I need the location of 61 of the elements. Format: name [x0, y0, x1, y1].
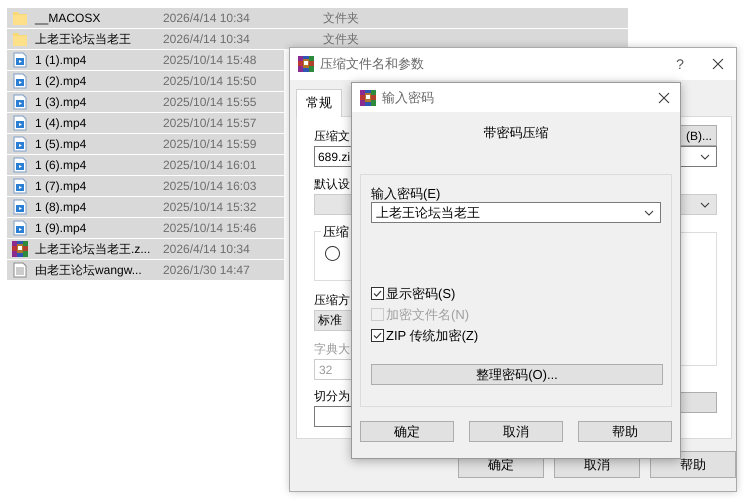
tab[interactable]: 常规: [296, 89, 342, 117]
field-label: 压缩文: [314, 128, 350, 145]
file-row[interactable]: 1 (3).mp4 2025/10/14 15:55: [7, 92, 284, 113]
file-name: 1 (7).mp4: [35, 179, 88, 193]
file-date: 2025/10/14 15:48: [163, 53, 258, 67]
file-name: 上老王论坛当老王.z...: [35, 240, 152, 258]
file-date: 2025/10/14 16:01: [163, 158, 258, 172]
file-date: 2026/4/14 10:34: [163, 242, 251, 256]
field-label: 压缩方: [314, 292, 350, 309]
file-row[interactable]: 1 (4).mp4 2025/10/14 15:57: [7, 113, 284, 134]
field-label: 默认设: [314, 176, 350, 193]
file-date: 2025/10/14 16:03: [163, 179, 258, 193]
file-row[interactable]: __MACOSX 2026/4/14 10:34 文件夹: [7, 8, 628, 29]
organize-button[interactable]: 整理密码(O)...: [371, 364, 663, 385]
file-row[interactable]: 1 (7).mp4 2025/10/14 16:03: [7, 176, 284, 197]
file-date: 2025/10/14 15:32: [163, 200, 258, 214]
file-date: 2026/1/30 14:47: [163, 263, 251, 277]
archive-name: 689.zi: [318, 150, 350, 164]
file-name: 1 (5).mp4: [35, 137, 88, 151]
file-date: 2026/4/14 10:34: [163, 32, 251, 46]
dialog-button[interactable]: 取消: [469, 421, 563, 442]
file-name: 1 (4).mp4: [35, 116, 88, 130]
file-name: 1 (8).mp4: [35, 200, 88, 214]
file-name: 由老王论坛wangw...: [35, 262, 143, 278]
checkbox-option[interactable]: 显示密码(S): [371, 285, 661, 302]
file-name: 1 (3).mp4: [35, 95, 88, 109]
window-title: 输入密码: [382, 88, 435, 106]
file-row[interactable]: 1 (8).mp4 2025/10/14 15:32: [7, 197, 284, 218]
field-label: 字典大: [314, 341, 350, 358]
file-name: 1 (9).mp4: [35, 221, 88, 235]
file-row[interactable]: 1 (2).mp4 2025/10/14 15:50: [7, 71, 284, 92]
file-name: 上老王论坛当老王: [35, 30, 132, 48]
field-label: 切分为: [314, 388, 350, 405]
file-name: 1 (1).mp4: [35, 53, 88, 67]
file-row[interactable]: 1 (6).mp4 2025/10/14 16:01: [7, 155, 284, 176]
file-date: 2025/10/14 15:50: [163, 74, 258, 88]
window-title: 压缩文件名和参数: [320, 55, 425, 73]
password-field[interactable]: 上老王论坛当老王: [371, 202, 661, 223]
file-type: 文件夹: [323, 10, 359, 26]
file-date: 2025/10/14 15:57: [163, 116, 258, 130]
file-name: 1 (6).mp4: [35, 158, 88, 172]
file-name: 1 (2).mp4: [35, 74, 88, 88]
dialog-heading: 带密码压缩: [482, 124, 550, 142]
file-date: 2025/10/14 15:46: [163, 221, 258, 235]
file-row[interactable]: 上老王论坛当老王 2026/4/14 10:34 文件夹: [7, 29, 628, 50]
file-row[interactable]: 1 (1).mp4 2025/10/14 15:48: [7, 50, 284, 71]
file-date: 2025/10/14 15:55: [163, 95, 258, 109]
file-row[interactable]: 1 (5).mp4 2025/10/14 15:59: [7, 134, 284, 155]
field-label: 输入密码(E): [371, 185, 442, 202]
file-date: 2025/10/14 15:59: [163, 137, 258, 151]
help-button[interactable]: ?: [660, 55, 700, 73]
file-type: 文件夹: [323, 30, 359, 48]
file-row[interactable]: 上老王论坛当老王.z... 2026/4/14 10:34: [7, 239, 284, 260]
dialog-button[interactable]: 确定: [360, 421, 454, 442]
file-name: __MACOSX: [35, 11, 102, 25]
file-date: 2026/4/14 10:34: [163, 11, 251, 25]
file-row[interactable]: 1 (9).mp4 2025/10/14 15:46: [7, 218, 284, 239]
file-row[interactable]: 由老王论坛wangw... 2026/1/30 14:47: [7, 260, 284, 281]
method-value: 标准: [318, 312, 342, 329]
checkbox-option[interactable]: ZIP 传统加密(Z): [371, 327, 661, 344]
dialog-button[interactable]: 帮助: [578, 421, 672, 442]
